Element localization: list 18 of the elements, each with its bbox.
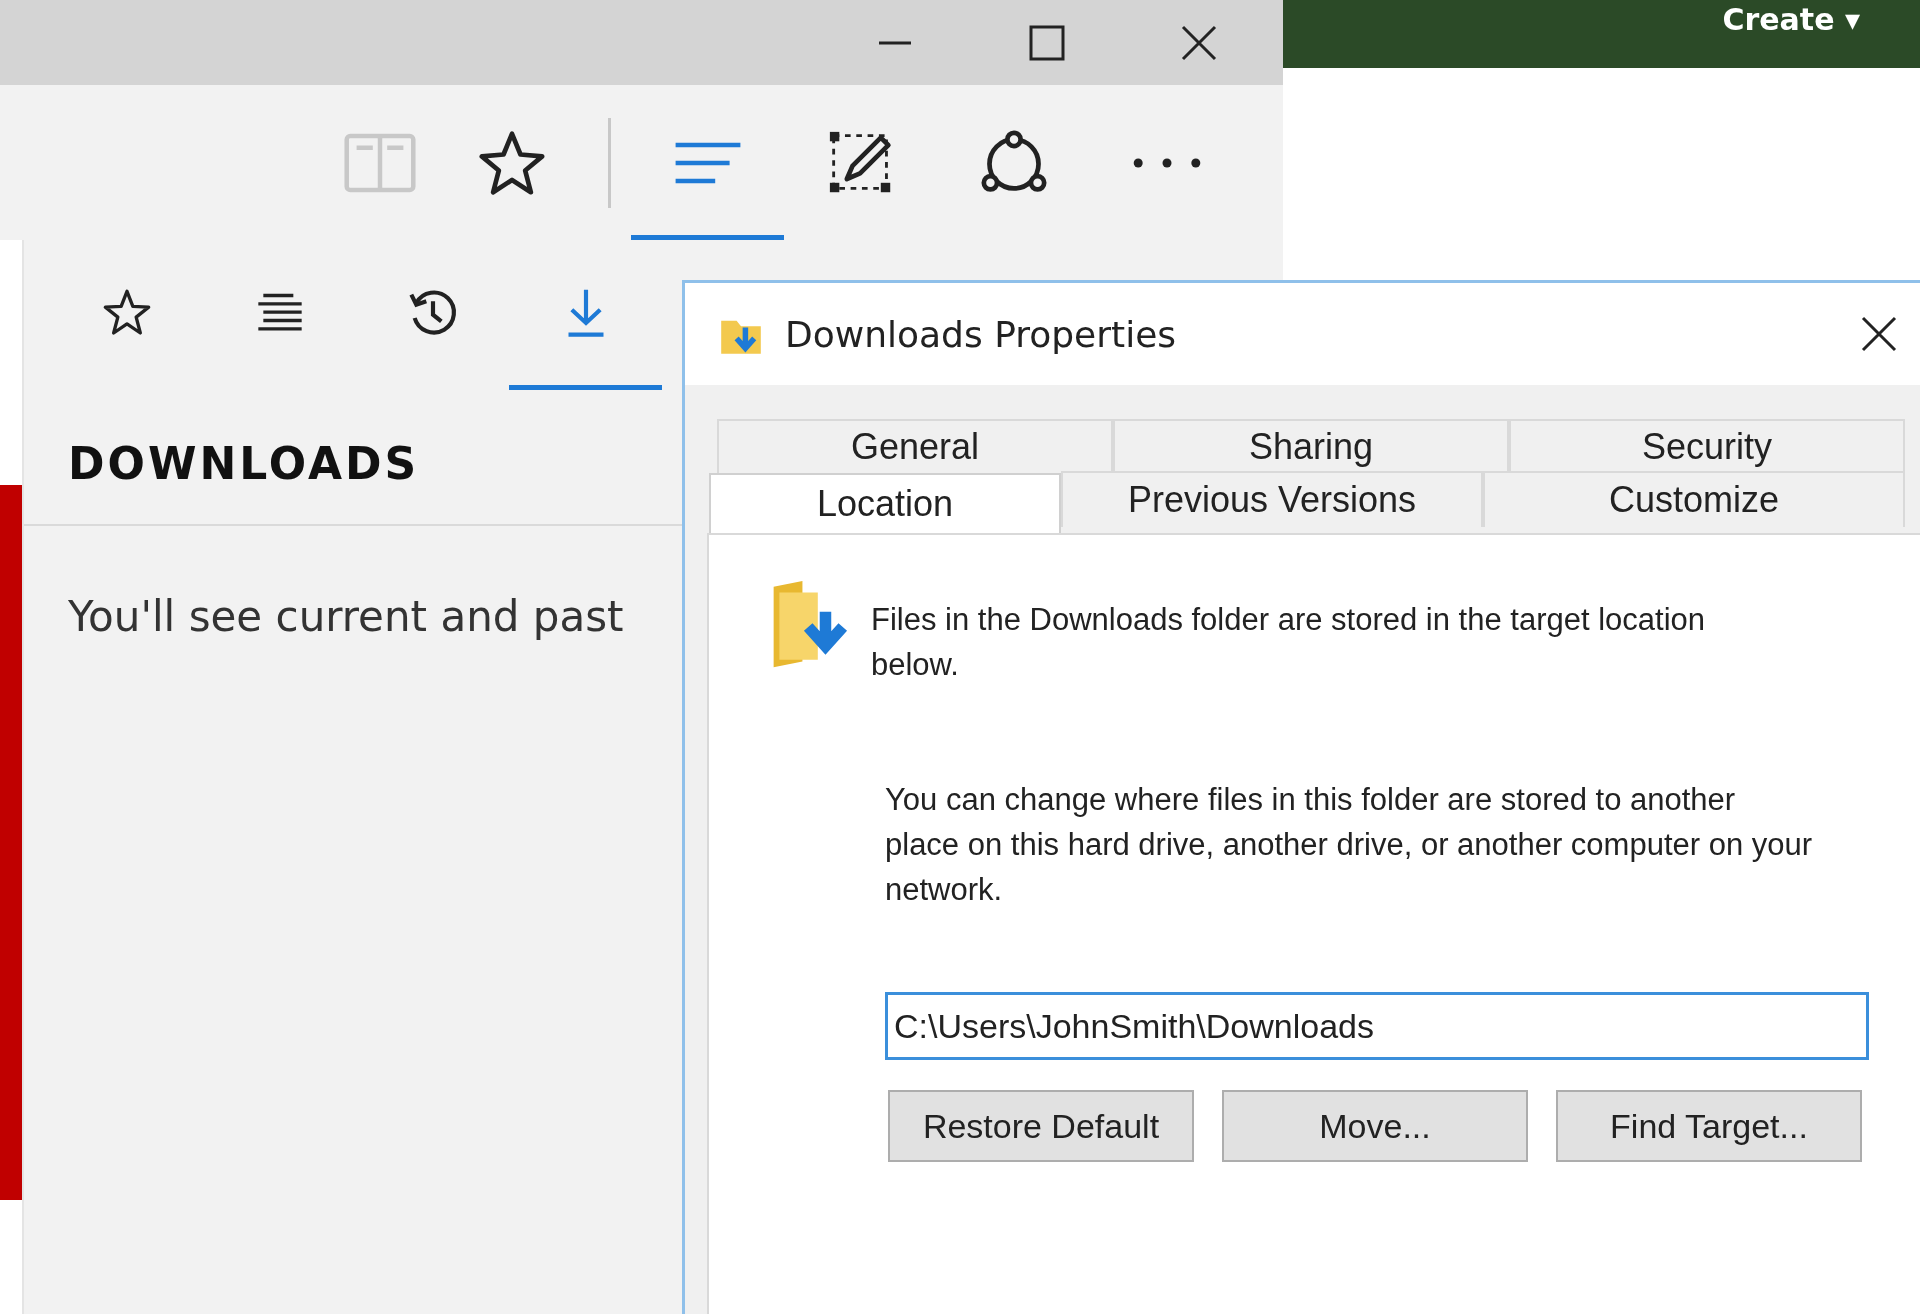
close-icon[interactable] — [1859, 314, 1899, 354]
tab[interactable]: Customize — [1483, 471, 1905, 527]
tab[interactable]: General — [717, 419, 1113, 473]
dialog-button[interactable]: Restore Default — [888, 1090, 1194, 1162]
dialog-button[interactable]: Move... — [1222, 1090, 1528, 1162]
create-menu[interactable]: Create ▾ — [1722, 2, 1860, 37]
dialog-title: Downloads Properties — [785, 313, 1178, 355]
tab[interactable]: Location — [709, 473, 1061, 533]
star-icon[interactable] — [101, 287, 152, 338]
intro-text: Files in the Downloads folder are stored in the target location below. — [871, 601, 1707, 684]
tab[interactable]: Sharing — [1113, 419, 1509, 473]
tab[interactable]: Security — [1509, 419, 1905, 473]
empty-message: You'll see current and past — [68, 592, 624, 641]
dialog-button[interactable]: Find Target... — [1556, 1090, 1862, 1162]
description-text: You can change where files in this folder are stored to another place on this hard drive, another drive, or another computer on your network. — [885, 781, 1814, 909]
tab[interactable]: Previous Versions — [1061, 471, 1483, 527]
path-field[interactable]: C:\Users\JohnSmith\Downloads — [885, 992, 1869, 1060]
history-icon[interactable] — [407, 287, 458, 338]
